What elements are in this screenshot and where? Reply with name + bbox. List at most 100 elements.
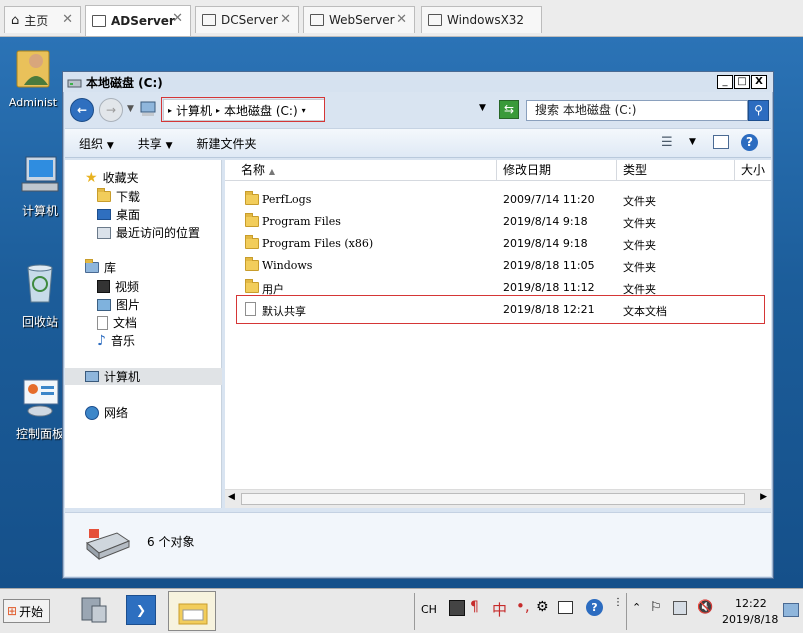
clock-date[interactable]: 2019/8/18: [722, 613, 778, 626]
start-button[interactable]: ⊞ 开始: [3, 599, 50, 623]
powershell-icon[interactable]: ❯: [126, 595, 156, 625]
nav-label: 库: [104, 261, 117, 275]
column-header-modified[interactable]: 修改日期: [497, 160, 617, 181]
close-icon[interactable]: ✕: [62, 12, 73, 27]
ime-chinese-mode[interactable]: 中: [492, 599, 507, 620]
column-header-type[interactable]: 类型: [617, 160, 735, 181]
file-row-windows[interactable]: Windows 2019/8/18 11:05 文件夹: [225, 255, 771, 277]
keyboard-icon[interactable]: [449, 600, 465, 616]
close-button[interactable]: X: [751, 75, 767, 89]
file-row-perflogs[interactable]: PerfLogs 2009/7/14 11:20 文件夹: [225, 189, 771, 211]
nav-videos[interactable]: 视频: [97, 278, 139, 295]
network-tray-icon[interactable]: [673, 601, 687, 615]
tab-label: ADServer: [111, 14, 175, 28]
flag-icon[interactable]: ⚐: [650, 600, 662, 615]
maximize-button[interactable]: □: [734, 75, 750, 89]
window-title: 本地磁盘 (C:): [86, 75, 163, 90]
refresh-button[interactable]: ⇆: [499, 100, 519, 119]
nav-libraries[interactable]: 库: [85, 259, 116, 276]
vm-icon: [92, 15, 106, 27]
tab-adserver[interactable]: ADServer ✕: [85, 5, 191, 36]
minimize-button[interactable]: _: [717, 75, 733, 89]
control-panel-icon: [23, 379, 59, 417]
nav-documents[interactable]: 文档: [97, 314, 137, 331]
scrollbar-thumb[interactable]: [241, 493, 745, 505]
view-options-icon[interactable]: ☰: [661, 135, 673, 150]
close-icon[interactable]: ✕: [280, 12, 291, 27]
tab-webserver[interactable]: WebServer ✕: [303, 6, 415, 33]
nav-label: 网络: [104, 406, 129, 420]
library-icon: [85, 259, 99, 273]
file-modified: 2019/8/18 11:12: [503, 281, 595, 294]
ime-indicator[interactable]: CH: [421, 603, 437, 616]
sort-ascending-icon: ▲: [268, 167, 275, 176]
explorer-taskbar-button[interactable]: [168, 591, 216, 631]
help-icon[interactable]: ?: [741, 134, 758, 151]
file-type: 文件夹: [623, 239, 656, 252]
chevron-down-icon[interactable]: ▼: [689, 137, 696, 147]
home-icon: ⌂: [11, 12, 20, 28]
clock-time[interactable]: 12:22: [735, 597, 767, 610]
file-modified: 2019/8/14 9:18: [503, 215, 588, 228]
server-manager-icon[interactable]: [76, 594, 110, 627]
recent-places-icon: [97, 226, 111, 239]
tab-home[interactable]: ⌂ 主页 ✕: [4, 6, 81, 33]
item-count: 6 个对象: [147, 535, 195, 549]
column-header-name[interactable]: 名称 ▲: [225, 160, 497, 181]
column-header-size[interactable]: 大小: [735, 160, 771, 181]
search-input[interactable]: 搜索 本地磁盘 (C:): [526, 100, 748, 121]
nav-label: 图片: [116, 298, 141, 312]
taskbar-divider: [626, 593, 627, 630]
nav-network[interactable]: 网络: [85, 404, 128, 421]
chevron-down-icon[interactable]: ▼: [479, 103, 486, 113]
new-folder-button[interactable]: 新建文件夹: [197, 135, 257, 152]
file-type: 文件夹: [623, 261, 656, 274]
column-header-row: 名称 ▲ 修改日期 类型 大小: [225, 160, 771, 181]
horizontal-scrollbar[interactable]: ◀ ▶: [225, 489, 771, 508]
nav-recent-places[interactable]: 最近访问的位置: [97, 224, 200, 241]
organize-button[interactable]: 组织 ▼: [79, 135, 114, 152]
scroll-right-icon[interactable]: ▶: [760, 492, 767, 502]
close-icon[interactable]: ✕: [396, 12, 407, 27]
ime-menu-icon[interactable]: ⋮: [613, 597, 623, 608]
tab-label: 主页: [24, 13, 49, 28]
nav-label: 音乐: [110, 334, 135, 348]
close-icon[interactable]: ✕: [172, 11, 183, 26]
punctuation-icon[interactable]: •,: [516, 597, 530, 615]
downloads-icon: [97, 188, 111, 202]
nav-computer[interactable]: 计算机: [85, 368, 140, 385]
help-icon[interactable]: ?: [586, 599, 603, 616]
nav-favorites[interactable]: ★ 收藏夹: [85, 169, 139, 186]
file-type: 文件夹: [623, 217, 656, 230]
show-desktop-icon[interactable]: [783, 603, 799, 617]
desktop-icon-administrator[interactable]: Administ: [2, 43, 64, 109]
preview-pane-icon[interactable]: [713, 135, 729, 149]
share-button[interactable]: 共享 ▼: [138, 135, 173, 152]
file-row-program-files-x86[interactable]: Program Files (x86) 2019/8/14 9:18 文件夹: [225, 233, 771, 255]
search-icon[interactable]: ⚲: [748, 100, 769, 121]
organize-label: 组织: [79, 136, 104, 151]
picture-icon: [97, 298, 111, 311]
forward-button[interactable]: →: [99, 98, 123, 122]
tab-dcserver[interactable]: DCServer ✕: [195, 6, 299, 33]
address-row: ← → ▼ ▸ 计算机 ▸ 本地磁盘 (C:) ▾ ▼ ⇆ 搜索 本地磁盘 (C…: [67, 96, 771, 124]
vm-icon: [310, 14, 324, 26]
file-list: 名称 ▲ 修改日期 类型 大小 PerfLogs 2009/7/14 11:20…: [225, 160, 771, 508]
file-row-program-files[interactable]: Program Files 2019/8/14 9:18 文件夹: [225, 211, 771, 233]
chevron-up-icon[interactable]: ⌃: [632, 601, 641, 614]
nav-pictures[interactable]: 图片: [97, 296, 140, 313]
chevron-down-icon[interactable]: ▼: [127, 104, 134, 114]
volume-muted-icon[interactable]: 🔇: [697, 600, 713, 615]
recycle-bin-icon: [27, 264, 53, 303]
scroll-left-icon[interactable]: ◀: [228, 492, 235, 502]
soft-keyboard-icon[interactable]: [558, 601, 573, 614]
folder-icon: [178, 603, 208, 625]
nav-desktop[interactable]: 桌面: [97, 206, 140, 223]
settings-icon[interactable]: ⚙: [536, 599, 549, 615]
back-button[interactable]: ←: [70, 98, 94, 122]
input-method-icon[interactable]: ¶: [470, 599, 479, 615]
vm-icon: [202, 14, 216, 26]
nav-music[interactable]: ♪ 音乐: [97, 332, 135, 349]
tab-windowsx32[interactable]: WindowsX32: [421, 6, 542, 33]
nav-downloads[interactable]: 下载: [97, 188, 140, 205]
